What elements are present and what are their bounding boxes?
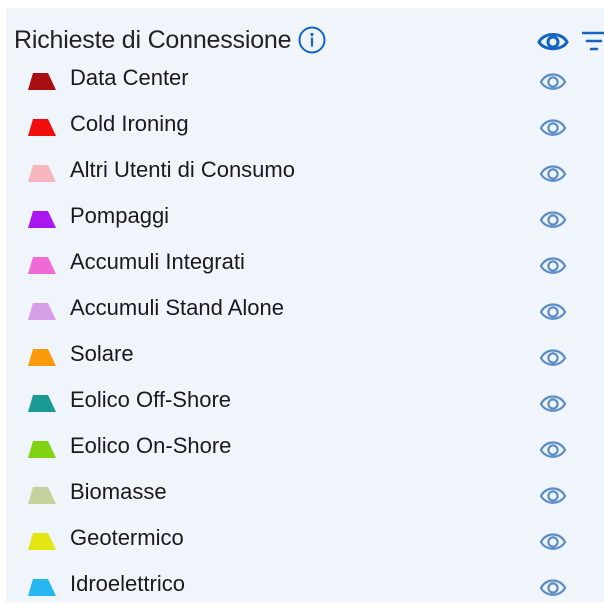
layer-label: Idroelettrico: [70, 571, 185, 596]
layer-label: Accumuli Integrati: [70, 249, 245, 274]
layer-color-swatch: [28, 73, 56, 90]
layer-row: Data Center: [6, 56, 604, 102]
layer-color-swatch: [28, 395, 56, 412]
layer-color-swatch: [28, 579, 56, 596]
layer-visibility-eye-icon[interactable]: [538, 251, 568, 279]
layer-label: Eolico On-Shore: [70, 433, 232, 458]
layer-visibility-eye-icon[interactable]: [538, 113, 568, 141]
layer-color-swatch: [28, 165, 56, 182]
layer-row: Eolico Off-Shore: [6, 378, 604, 424]
layer-label: Altri Utenti di Consumo: [70, 157, 295, 182]
layer-visibility-eye-icon[interactable]: [538, 297, 568, 325]
layer-color-swatch: [28, 533, 56, 550]
layer-row: Pompaggi: [6, 194, 604, 240]
layer-label: Biomasse: [70, 479, 167, 504]
layer-row: Accumuli Stand Alone: [6, 286, 604, 332]
layer-label: Geotermico: [70, 525, 184, 550]
layer-visibility-eye-icon[interactable]: [538, 527, 568, 555]
layer-visibility-eye-icon[interactable]: [538, 573, 568, 601]
layer-row: Geotermico: [6, 516, 604, 562]
legend-panel: Richieste di Connessione Data Center Cold…: [6, 8, 604, 602]
layer-row: Cold Ironing: [6, 102, 604, 148]
layer-label: Accumuli Stand Alone: [70, 295, 285, 320]
layer-label: Pompaggi: [70, 203, 170, 228]
layer-color-swatch: [28, 119, 56, 136]
layer-row: Solare: [6, 332, 604, 378]
layer-row: Idroelettrico: [6, 562, 604, 608]
layer-label: Solare: [70, 341, 134, 366]
filter-icon[interactable]: [582, 28, 604, 54]
layer-visibility-eye-icon[interactable]: [538, 159, 568, 187]
layer-color-swatch: [28, 211, 56, 228]
layer-label: Data Center: [70, 65, 189, 90]
layer-visibility-eye-icon[interactable]: [538, 343, 568, 371]
layer-row: Eolico On-Shore: [6, 424, 604, 470]
legend-title: Richieste di Connessione: [14, 25, 292, 54]
layer-visibility-eye-icon[interactable]: [538, 481, 568, 509]
layer-color-swatch: [28, 257, 56, 274]
layer-list: Data Center Cold Ironing Altri Utenti di C…: [6, 56, 604, 608]
layer-color-swatch: [28, 349, 56, 366]
toggle-all-visibility-icon[interactable]: [536, 24, 570, 58]
layer-label: Cold Ironing: [70, 111, 189, 136]
layer-color-swatch: [28, 487, 56, 504]
layer-visibility-eye-icon[interactable]: [538, 67, 568, 95]
layer-visibility-eye-icon[interactable]: [538, 389, 568, 417]
layer-row: Accumuli Integrati: [6, 240, 604, 286]
legend-header: Richieste di Connessione: [14, 20, 327, 60]
layer-color-swatch: [28, 303, 56, 320]
info-circle-icon[interactable]: [297, 25, 327, 55]
layer-label: Eolico Off-Shore: [70, 387, 232, 412]
layer-visibility-eye-icon[interactable]: [538, 205, 568, 233]
layer-visibility-eye-icon[interactable]: [538, 435, 568, 463]
layer-row: Altri Utenti di Consumo: [6, 148, 604, 194]
layer-row: Biomasse: [6, 470, 604, 516]
layer-color-swatch: [28, 441, 56, 458]
